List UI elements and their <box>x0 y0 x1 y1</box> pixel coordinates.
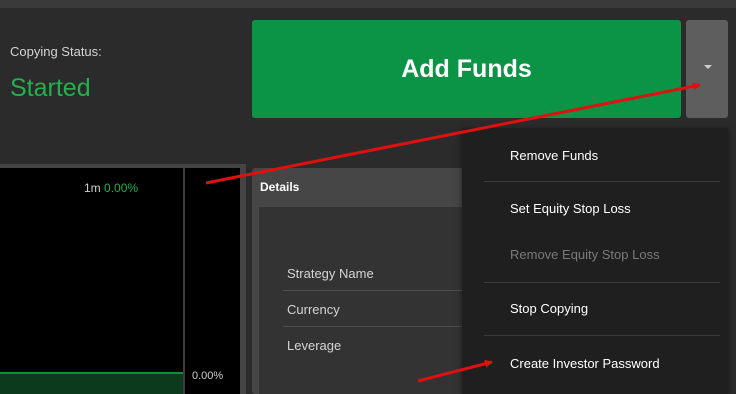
details-title: Details <box>260 180 300 194</box>
add-funds-button[interactable]: Add Funds <box>252 20 681 118</box>
menu-item-label: Remove Funds <box>510 148 599 163</box>
chart-divider <box>183 168 185 394</box>
details-row-divider <box>283 326 483 327</box>
chart-axis-label: 0.00% <box>192 370 224 382</box>
period-return-value: 0.00% <box>104 181 139 195</box>
menu-separator <box>484 181 720 182</box>
menu-item-label: Create Investor Password <box>510 356 660 371</box>
equity-area <box>0 374 183 394</box>
copying-status-value: Started <box>10 74 91 102</box>
menu-item-create-investor-password[interactable]: Create Investor Password <box>462 353 728 375</box>
menu-separator <box>484 335 720 336</box>
top-bar <box>0 0 736 8</box>
actions-dropdown-menu: Remove Funds Set Equity Stop Loss Remove… <box>462 128 728 394</box>
menu-separator <box>484 282 720 283</box>
details-row-currency: Currency <box>287 302 340 317</box>
performance-chart <box>0 168 240 394</box>
menu-item-remove-funds[interactable]: Remove Funds <box>462 145 728 167</box>
period-return-label: 1m 0.00% <box>84 181 138 195</box>
details-row-strategy-name: Strategy Name <box>287 266 374 281</box>
menu-item-stop-copying[interactable]: Stop Copying <box>462 298 728 320</box>
details-row-divider <box>283 290 483 291</box>
details-row-leverage: Leverage <box>287 338 342 353</box>
actions-dropdown-toggle[interactable] <box>686 20 728 118</box>
period-label: 1m <box>84 181 101 195</box>
menu-item-label: Remove Equity Stop Loss <box>510 247 660 262</box>
menu-item-set-equity-stop-loss[interactable]: Set Equity Stop Loss <box>462 198 728 220</box>
menu-item-remove-equity-stop-loss: Remove Equity Stop Loss <box>462 244 728 266</box>
menu-item-label: Stop Copying <box>510 301 589 316</box>
menu-item-label: Set Equity Stop Loss <box>510 201 631 216</box>
copying-status-label: Copying Status: <box>10 44 102 59</box>
caret-down-icon <box>704 65 712 69</box>
